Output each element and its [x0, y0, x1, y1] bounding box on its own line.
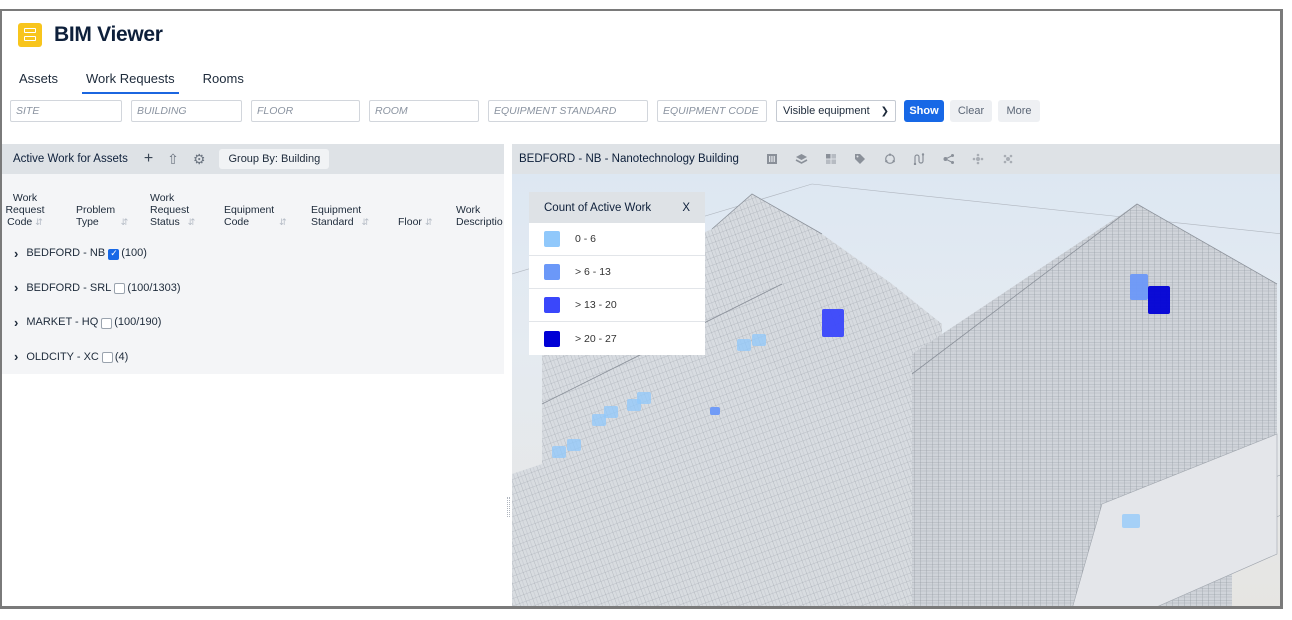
column-header-floor[interactable]: Floor ⇵	[398, 216, 432, 228]
tab-rooms[interactable]: Rooms	[189, 71, 258, 94]
legend-swatch	[544, 297, 560, 313]
site-input[interactable]	[10, 100, 122, 122]
column-header-equipment-code[interactable]: Equipment Code ⇵	[224, 204, 287, 228]
column-header-problem-type[interactable]: Problem Type ⇵	[76, 204, 128, 228]
app-header: BIM Viewer	[18, 17, 163, 53]
room-input[interactable]	[369, 100, 479, 122]
sort-icon[interactable]: ⇵	[425, 217, 433, 227]
viewer-toolbar: BEDFORD - NB - Nanotechnology Building	[512, 144, 1280, 174]
app-title: BIM Viewer	[54, 23, 163, 46]
group-checkbox[interactable]	[101, 352, 113, 364]
tab-work-requests[interactable]: Work Requests	[72, 71, 189, 94]
tag-icon[interactable]	[853, 152, 867, 166]
main-tabs: Assets Work Requests Rooms	[19, 71, 258, 94]
group-checkbox[interactable]	[114, 283, 126, 295]
group-checkbox[interactable]	[101, 317, 113, 329]
group-row-market-hq[interactable]: › MARKET - HQ (100/190)	[2, 305, 504, 340]
app-window: BIM Viewer Assets Work Requests Rooms Vi…	[0, 9, 1283, 609]
equipment-standard-input[interactable]	[488, 100, 648, 122]
share-icon[interactable]	[942, 152, 956, 166]
group-list: › BEDFORD - NB (100) › BEDFORD - SRL (10…	[2, 236, 504, 374]
sort-icon[interactable]: ⇵	[188, 217, 196, 227]
group-by-button[interactable]: Group By: Building	[219, 149, 330, 169]
building-input[interactable]	[131, 100, 242, 122]
sort-icon[interactable]: ⇵	[35, 217, 43, 227]
floor-input[interactable]	[251, 100, 360, 122]
bim-viewer-panel: BEDFORD - NB - Nanotechnology Building C…	[512, 144, 1280, 606]
grid-icon[interactable]	[824, 152, 838, 166]
show-button[interactable]: Show	[904, 100, 944, 122]
active-work-panel: Active Work for Assets + ⇧ ⚙ Group By: B…	[2, 144, 504, 604]
equipment-marker[interactable]	[752, 334, 766, 346]
legend-item: 0 - 6	[529, 223, 705, 256]
equipment-marker[interactable]	[552, 446, 566, 458]
chevron-down-icon: ❯	[880, 105, 889, 117]
chevron-right-icon[interactable]: ›	[14, 349, 18, 364]
panel-title: Active Work for Assets	[13, 153, 128, 165]
equipment-code-input[interactable]	[657, 100, 767, 122]
visibility-select-value: Visible equipment	[783, 105, 870, 117]
gear-icon[interactable]: ⚙	[193, 151, 206, 168]
grid-header: Work Request Code ⇵ Problem Type ⇵ Work Re…	[2, 174, 504, 236]
chevron-right-icon[interactable]: ›	[14, 315, 18, 330]
legend-swatch	[544, 231, 560, 247]
clear-button[interactable]: Clear	[950, 100, 992, 122]
equipment-marker[interactable]	[567, 439, 581, 451]
chevron-right-icon[interactable]: ›	[14, 246, 18, 261]
building-icon[interactable]	[765, 152, 779, 166]
legend-swatch	[544, 264, 560, 280]
add-icon[interactable]: +	[144, 150, 153, 168]
equipment-marker[interactable]	[822, 309, 844, 337]
group-row-oldcity-xc[interactable]: › OLDCITY - XC (4)	[2, 340, 504, 375]
panel-resize-handle[interactable]	[507, 497, 510, 517]
filter-bar: Visible equipment ❯ Show Clear More	[10, 100, 1046, 122]
sort-icon[interactable]: ⇵	[121, 217, 129, 227]
sort-icon[interactable]: ⇵	[279, 217, 287, 227]
export-icon[interactable]: ⇧	[167, 151, 179, 168]
column-header-work-description[interactable]: Work Descriptio	[456, 204, 503, 228]
panel-toolbar: Active Work for Assets + ⇧ ⚙ Group By: B…	[2, 144, 504, 174]
more-button[interactable]: More	[998, 100, 1040, 122]
legend-title: Count of Active Work	[544, 201, 652, 214]
group-row-bedford-nb[interactable]: › BEDFORD - NB (100)	[2, 236, 504, 271]
refresh-cycle-icon[interactable]	[883, 152, 897, 166]
cluster-alt-icon[interactable]	[1001, 152, 1015, 166]
legend-item: > 6 - 13	[529, 256, 705, 289]
column-header-work-request-code[interactable]: Work Request Code ⇵	[5, 192, 45, 228]
legend-panel: Count of Active Work X 0 - 6 > 6 - 13 > …	[529, 192, 705, 355]
viewer-title: BEDFORD - NB - Nanotechnology Building	[519, 153, 739, 165]
equipment-marker[interactable]	[710, 407, 720, 415]
equipment-marker[interactable]	[1122, 514, 1140, 528]
path-icon[interactable]	[912, 152, 926, 166]
chevron-right-icon[interactable]: ›	[14, 280, 18, 295]
group-checkbox[interactable]	[108, 248, 120, 260]
bim-3d-canvas[interactable]: Count of Active Work X 0 - 6 > 6 - 13 > …	[512, 174, 1280, 606]
equipment-marker[interactable]	[637, 392, 651, 404]
legend-header: Count of Active Work X	[529, 192, 705, 223]
legend-item: > 20 - 27	[529, 322, 705, 355]
visibility-select[interactable]: Visible equipment ❯	[776, 100, 896, 122]
column-header-equipment-standard[interactable]: Equipment Standard ⇵	[311, 204, 369, 228]
group-row-bedford-srl[interactable]: › BEDFORD - SRL (100/1303)	[2, 271, 504, 306]
equipment-marker[interactable]	[1148, 286, 1170, 314]
layers-icon[interactable]	[794, 152, 808, 166]
sort-icon[interactable]: ⇵	[362, 217, 370, 227]
tab-assets[interactable]: Assets	[19, 71, 72, 94]
equipment-marker[interactable]	[604, 406, 618, 418]
column-header-work-request-status[interactable]: Work Request Status ⇵	[150, 192, 195, 228]
legend-item: > 13 - 20	[529, 289, 705, 322]
equipment-marker[interactable]	[737, 339, 751, 351]
equipment-marker[interactable]	[1130, 274, 1148, 300]
legend-close-button[interactable]: X	[682, 202, 690, 214]
cluster-icon[interactable]	[971, 152, 985, 166]
file-cabinet-icon	[18, 23, 42, 47]
equipment-marker[interactable]	[592, 414, 606, 426]
legend-swatch	[544, 330, 560, 347]
